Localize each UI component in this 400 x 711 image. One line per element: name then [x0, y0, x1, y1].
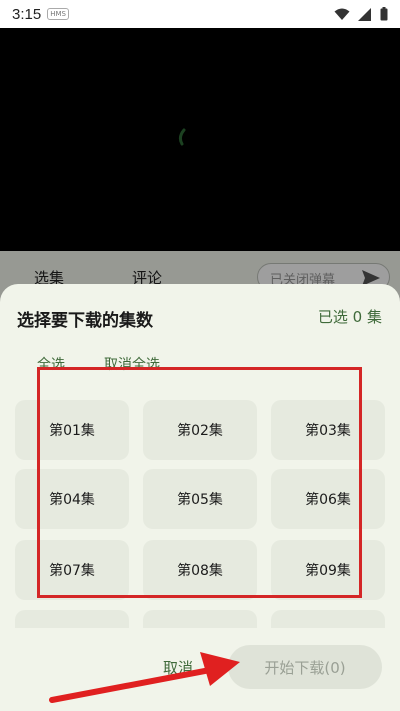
battery-icon — [380, 7, 388, 21]
status-badge: HMS — [47, 8, 69, 20]
status-bar: 3:15 HMS — [0, 0, 400, 28]
sheet-title: 选择要下载的集数 — [17, 311, 153, 331]
selected-count: 已选 0 集 — [317, 308, 382, 326]
start-download-button[interactable]: 开始下载(0) — [228, 645, 382, 689]
status-time: 3:15 — [12, 5, 42, 23]
episode-item-partial[interactable] — [15, 610, 129, 628]
status-icons — [334, 7, 388, 21]
episode-item-partial[interactable] — [271, 610, 385, 628]
signal-icon — [358, 7, 371, 21]
wifi-icon — [334, 8, 350, 20]
annotation-highlight-box — [37, 367, 362, 598]
episode-item-partial[interactable] — [143, 610, 257, 628]
annotation-arrow-icon — [49, 652, 240, 703]
